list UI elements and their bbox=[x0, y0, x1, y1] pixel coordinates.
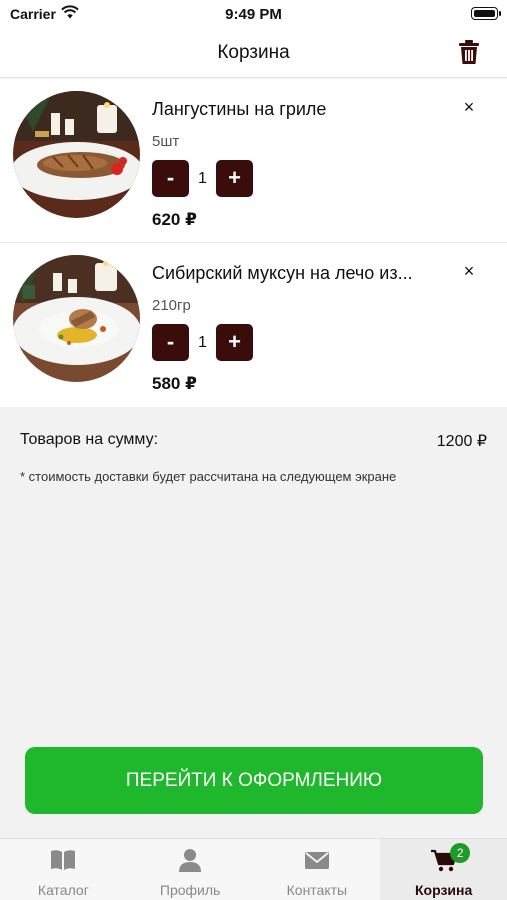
item-weight: 210гр bbox=[152, 297, 191, 314]
quantity-value: 1 bbox=[198, 170, 207, 187]
status-time: 9:49 PM bbox=[225, 6, 282, 23]
increase-quantity-button[interactable]: + bbox=[216, 160, 253, 197]
decrease-quantity-button[interactable]: - bbox=[152, 324, 189, 361]
book-icon bbox=[51, 850, 76, 870]
tab-catalog[interactable]: Каталог bbox=[0, 839, 127, 900]
tab-cart[interactable]: 2 Корзина bbox=[380, 839, 507, 900]
dish-photo[interactable] bbox=[13, 91, 140, 218]
tab-label: Корзина bbox=[414, 882, 473, 898]
status-bar: Carrier 9:49 PM bbox=[0, 0, 507, 28]
quantity-value: 1 bbox=[198, 334, 207, 351]
dish-photo[interactable] bbox=[13, 255, 140, 382]
tab-label: Каталог bbox=[37, 882, 89, 898]
increase-quantity-button[interactable]: + bbox=[216, 324, 253, 361]
item-price: 580 ₽ bbox=[152, 374, 197, 393]
cart-item: Сибирский муксун на лечо из... 210гр × -… bbox=[0, 243, 507, 407]
item-price: 620 ₽ bbox=[152, 210, 197, 229]
summary-total: 1200 ₽ bbox=[436, 433, 487, 450]
tab-label: Профиль bbox=[159, 882, 221, 898]
remove-item-button[interactable]: × bbox=[459, 261, 479, 281]
summary-label: Товаров на сумму: bbox=[20, 431, 159, 448]
tab-bar: Каталог Профиль Контакты 2 Корзина bbox=[0, 838, 507, 900]
cart-list: Лангустины на гриле 5шт × - 1 + 620 ₽ Си… bbox=[0, 79, 507, 407]
remove-item-button[interactable]: × bbox=[459, 97, 479, 117]
envelope-icon bbox=[304, 852, 329, 869]
delivery-note: * стоимость доставки будет рассчитана на… bbox=[20, 469, 397, 484]
cart-count-badge: 2 bbox=[450, 843, 471, 863]
trash-icon[interactable] bbox=[457, 39, 481, 65]
checkout-button[interactable]: ПЕРЕЙТИ К ОФОРМЛЕНИЮ bbox=[25, 747, 483, 814]
person-icon bbox=[179, 849, 202, 872]
decrease-quantity-button[interactable]: - bbox=[152, 160, 189, 197]
tab-contacts[interactable]: Контакты bbox=[254, 839, 381, 900]
item-weight: 5шт bbox=[152, 133, 180, 150]
tab-label: Контакты bbox=[286, 882, 348, 898]
nav-bar: Корзина bbox=[0, 28, 507, 78]
item-name[interactable]: Сибирский муксун на лечо из... bbox=[152, 263, 452, 284]
page-title: Корзина bbox=[217, 42, 290, 63]
tab-profile[interactable]: Профиль bbox=[127, 839, 254, 900]
battery-icon bbox=[471, 7, 501, 20]
item-name[interactable]: Лангустины на гриле bbox=[152, 99, 452, 120]
cart-item: Лангустины на гриле 5шт × - 1 + 620 ₽ bbox=[0, 79, 507, 243]
